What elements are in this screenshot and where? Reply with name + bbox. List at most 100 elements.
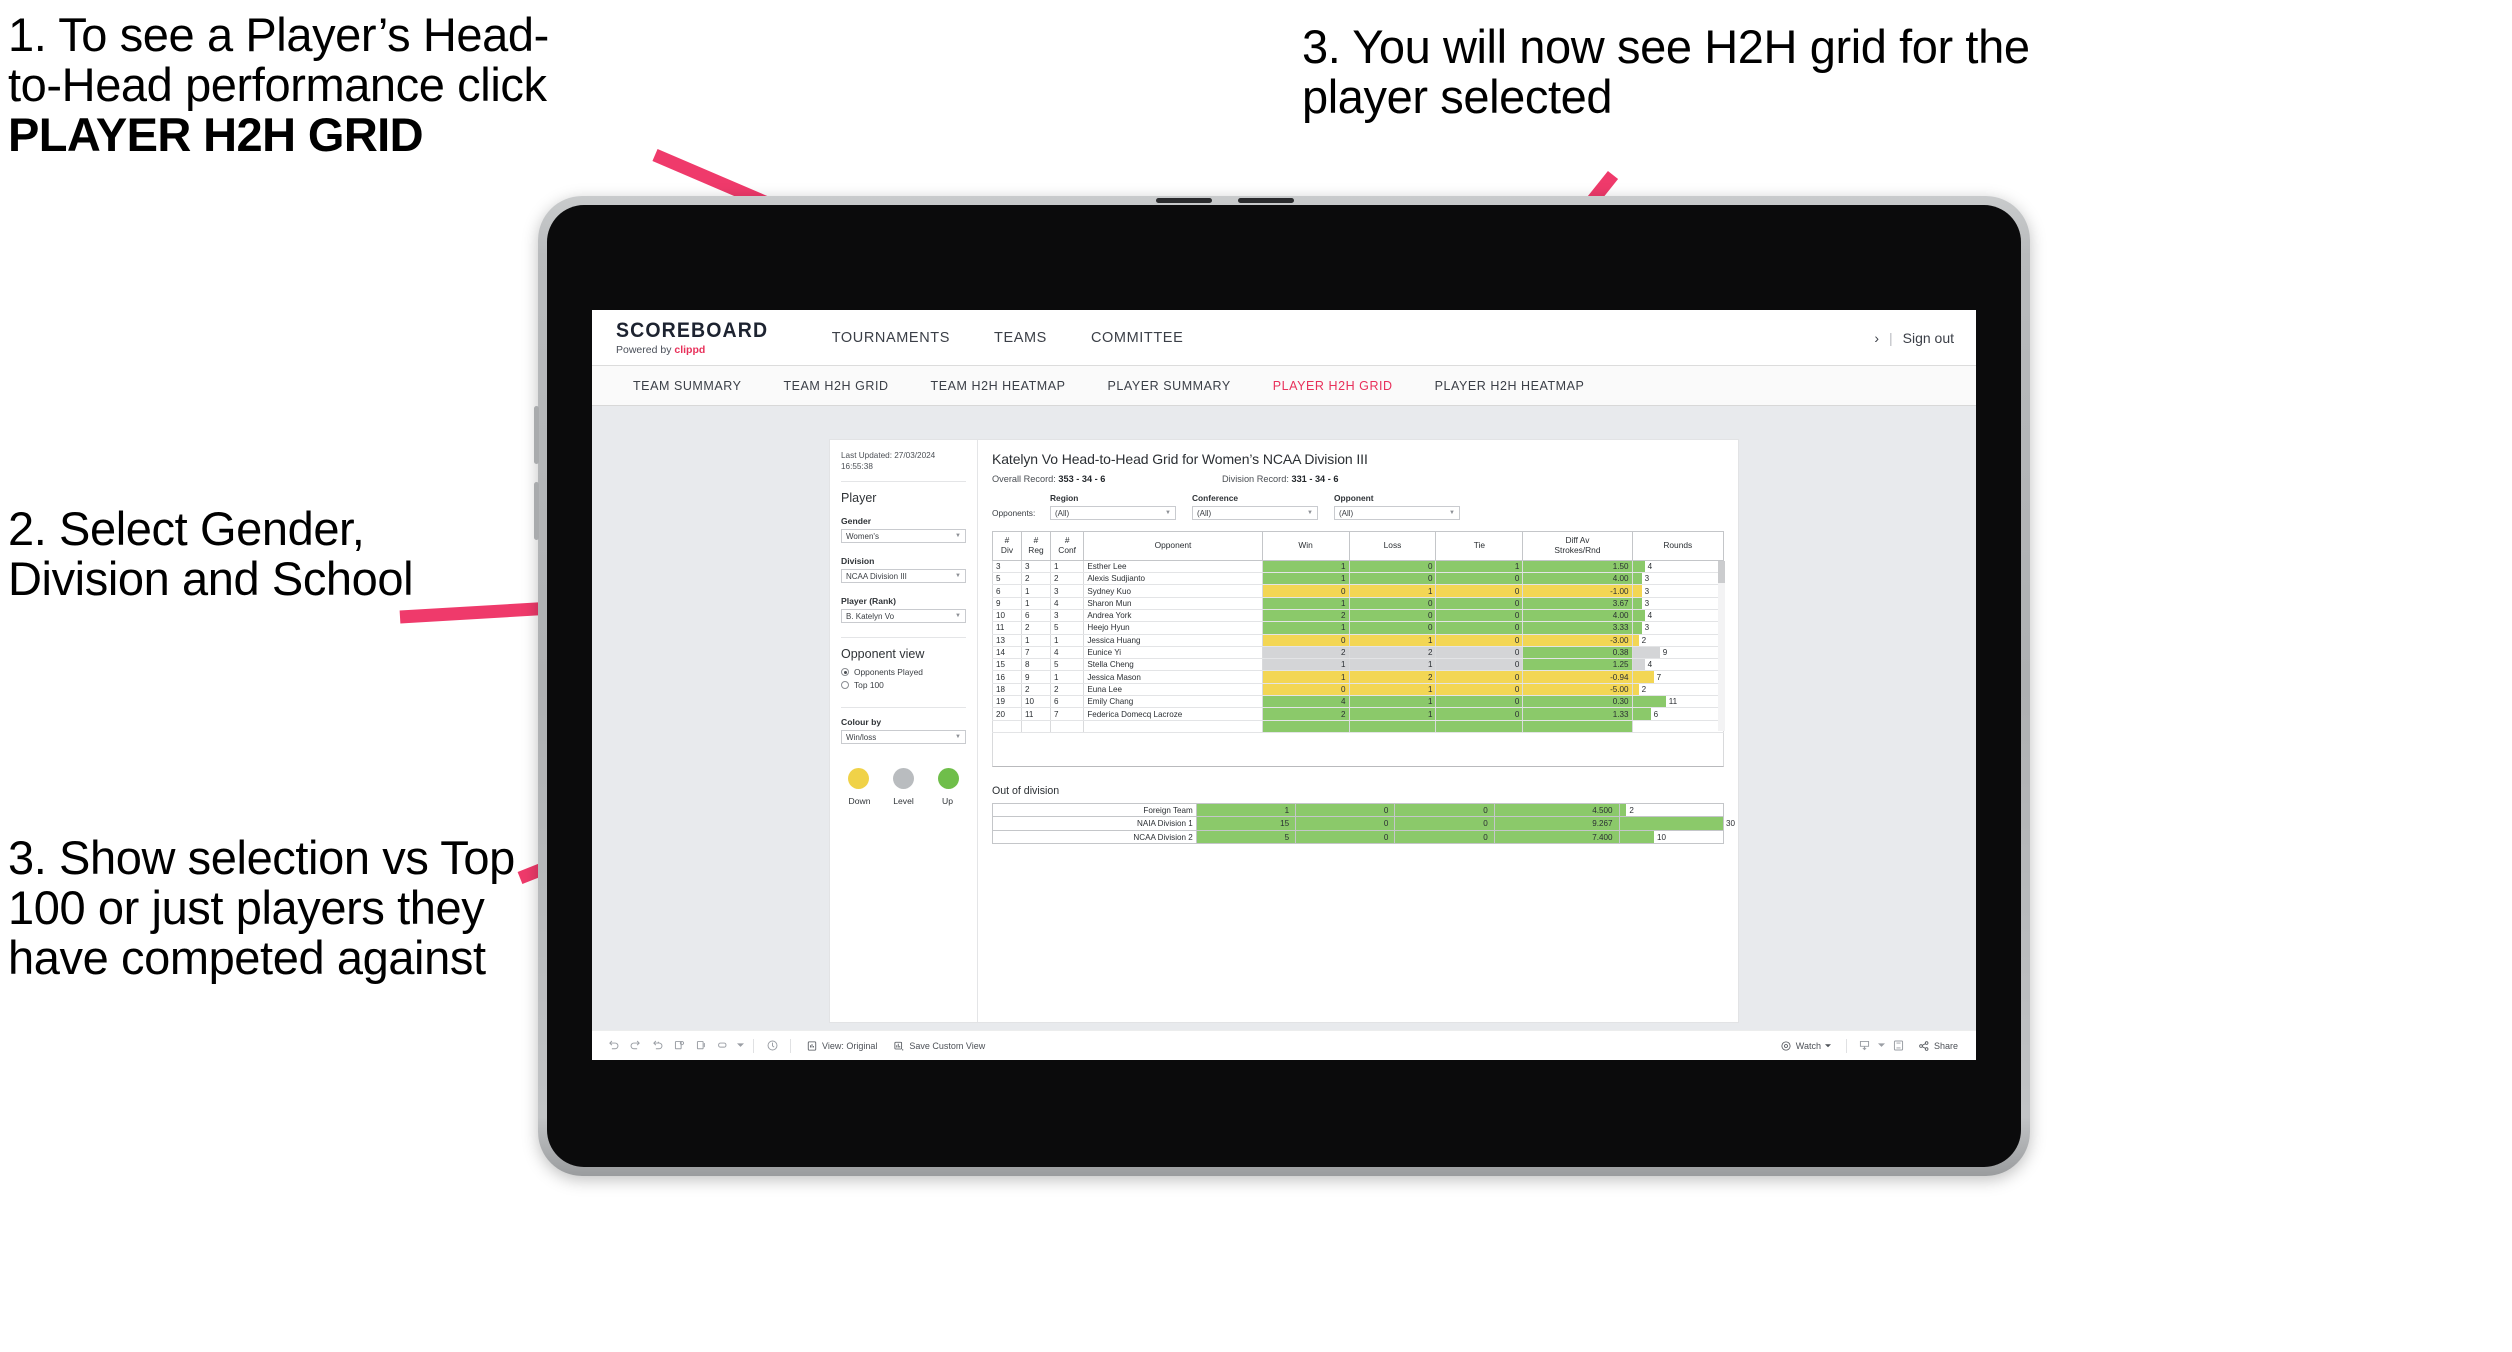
topnav-committee[interactable]: COMMITTEE	[1069, 310, 1205, 366]
chevron-down-icon[interactable]	[1876, 1035, 1888, 1057]
h2h-col-header[interactable]: # Conf	[1049, 531, 1085, 561]
cell-reg: 7	[1020, 646, 1051, 660]
colour-by-select[interactable]: Win/loss ▼	[841, 730, 966, 745]
h2h-col-header[interactable]: Loss	[1348, 531, 1437, 561]
table-row[interactable]: 5 2 2 Alexis Sudjianto 1 0 0 4.00 3	[992, 572, 1725, 586]
h2h-col-header[interactable]: Win	[1261, 531, 1350, 561]
cell-loss: 1	[1348, 584, 1437, 598]
chevron-right-icon[interactable]: ›	[1874, 330, 1879, 346]
cell-rounds: 3	[1631, 572, 1725, 586]
grid-scrollbar[interactable]	[1718, 561, 1725, 731]
cell-loss: 1	[1348, 658, 1437, 672]
speaker-grill-left	[1156, 198, 1212, 203]
cell-conf: 1	[1049, 560, 1085, 574]
pause-icon[interactable]	[690, 1035, 712, 1057]
save-custom-view-button[interactable]: Save Custom View	[885, 1040, 993, 1052]
highlight-icon[interactable]	[712, 1035, 734, 1057]
cell-win: 2	[1261, 707, 1350, 721]
cell-loss: 0	[1348, 560, 1437, 574]
radio-off-icon	[841, 681, 849, 690]
cell-tie: 0	[1435, 670, 1524, 684]
annotation-3: 3. Show selection vs Top 100 or just pla…	[8, 831, 515, 984]
legend-labels: Down Level Up	[841, 796, 966, 806]
table-row[interactable]: 3 3 1 Esther Lee 1 0 1 1.50 4	[992, 560, 1725, 574]
table-row[interactable]: 6 1 3 Sydney Kuo 0 1 0 -1.00 3	[992, 584, 1725, 598]
table-row[interactable]: 15 8 5 Stella Cheng 1 1 0 1.25 4	[992, 658, 1725, 672]
scoreboard-logo[interactable]: SCOREBOARD Powered by clippd	[592, 319, 810, 356]
gender-value: Women's	[846, 531, 879, 541]
cell-reg: 1	[1020, 584, 1051, 598]
table-row[interactable]: Foreign Team 1 0 0 4.500 2	[992, 802, 1725, 818]
logo-wordmark: SCOREBOARD	[616, 319, 769, 342]
overall-record-label: Overall Record:	[992, 474, 1056, 484]
h2h-col-header[interactable]: # Div	[992, 531, 1022, 561]
table-row[interactable]: 16 9 1 Jessica Mason 1 2 0 -0.94 7	[992, 670, 1725, 684]
table-row[interactable]: 19 10 6 Emily Chang 4 1 0 0.30 11	[992, 695, 1725, 709]
speaker-grill-right	[1238, 198, 1294, 203]
undo-icon[interactable]	[602, 1035, 624, 1057]
radio-opponents-played[interactable]: Opponents Played	[841, 667, 966, 677]
tab-player-h2h-grid[interactable]: PLAYER H2H GRID	[1252, 379, 1414, 393]
refresh-icon[interactable]	[668, 1035, 690, 1057]
chevron-down-icon[interactable]	[734, 1035, 746, 1057]
download-icon[interactable]	[1854, 1035, 1876, 1057]
volume-up-button[interactable]	[534, 406, 539, 464]
cell-diff: 7.400	[1493, 829, 1620, 845]
cell-conf: 4	[1049, 646, 1085, 660]
rounds-value: 3	[1644, 586, 1650, 596]
cell-loss: 0	[1295, 816, 1396, 831]
table-row[interactable]: 14 7 4 Eunice Yi 2 2 0 0.38 9	[992, 646, 1725, 660]
opponent-select[interactable]: (All) ▼	[1334, 506, 1460, 520]
topnav-teams[interactable]: TEAMS	[972, 310, 1069, 366]
radio-top-100[interactable]: Top 100	[841, 680, 966, 690]
tab-team-h2h-grid[interactable]: TEAM H2H GRID	[762, 379, 909, 393]
table-row[interactable]: 11 2 5 Heejo Hyun 1 0 0 3.33 3	[992, 621, 1725, 635]
h2h-col-header[interactable]: Diff Av Strokes/Rnd	[1522, 531, 1633, 561]
redo-icon[interactable]	[624, 1035, 646, 1057]
division-field: Division NCAA Division III ▼	[841, 556, 966, 584]
gender-select[interactable]: Women's ▼	[841, 529, 966, 544]
table-row[interactable]: 13 1 1 Jessica Huang 0 1 0 -3.00 2	[992, 634, 1725, 647]
fullscreen-icon[interactable]	[1888, 1035, 1910, 1057]
region-select[interactable]: (All) ▼	[1050, 506, 1176, 520]
rounds-value: 2	[1629, 805, 1634, 815]
cell-conf: 3	[1049, 584, 1085, 598]
tab-player-h2h-heatmap[interactable]: PLAYER H2H HEATMAP	[1414, 379, 1606, 393]
grid-scrollbar-thumb[interactable]	[1718, 561, 1725, 583]
table-row[interactable]: 10 6 3 Andrea York 2 0 0 4.00 4	[992, 609, 1725, 623]
grid-empty-space	[992, 732, 1724, 767]
revert-icon[interactable]	[646, 1035, 668, 1057]
cell-div: 20	[992, 707, 1022, 721]
tab-player-summary[interactable]: PLAYER SUMMARY	[1087, 379, 1252, 393]
cell-tie: 0	[1435, 597, 1524, 611]
player-rank-select[interactable]: B. Katelyn Vo ▼	[841, 609, 966, 624]
h2h-col-header[interactable]: Tie	[1435, 531, 1524, 561]
share-button[interactable]: Share	[1910, 1040, 1966, 1052]
division-select[interactable]: NCAA Division III ▼	[841, 569, 966, 584]
volume-down-button[interactable]	[534, 482, 539, 540]
colour-by-field: Colour by Win/loss ▼	[841, 717, 966, 745]
view-original-button[interactable]: View: Original	[798, 1040, 885, 1052]
cell-empty	[992, 720, 1022, 733]
chevron-down-icon: ▼	[1449, 510, 1455, 516]
table-row[interactable]: NAIA Division 1 15 0 0 9.267 30	[992, 816, 1735, 831]
h2h-col-header[interactable]: Opponent	[1083, 531, 1263, 561]
table-row[interactable]: 20 11 7 Federica Domecq Lacroze 2 1 0 1.33 6	[992, 707, 1725, 721]
annotation-1-line2: to-Head performance click	[8, 57, 547, 111]
h2h-col-header[interactable]: # Reg	[1020, 531, 1051, 561]
pause-auto-update-icon[interactable]	[761, 1035, 783, 1057]
table-row[interactable]: 18 2 2 Euna Lee 0 1 0 -5.00 2	[992, 683, 1725, 697]
rounds-bar	[1632, 708, 1651, 720]
sign-out-link[interactable]: Sign out	[1903, 330, 1954, 346]
sidebar-divider-3	[841, 707, 966, 709]
rounds-value: 7	[1656, 672, 1662, 682]
conference-select[interactable]: (All) ▼	[1192, 506, 1318, 520]
watch-button[interactable]: Watch	[1772, 1040, 1839, 1052]
h2h-col-header[interactable]: Rounds	[1631, 531, 1725, 561]
topnav-tournaments[interactable]: TOURNAMENTS	[810, 310, 972, 366]
tab-team-h2h-heatmap[interactable]: TEAM H2H HEATMAP	[910, 379, 1087, 393]
table-row[interactable]: NCAA Division 2 5 0 0 7.400 10	[992, 829, 1725, 845]
tab-team-summary[interactable]: TEAM SUMMARY	[612, 379, 762, 393]
cell-rounds: 3	[1631, 584, 1725, 598]
table-row[interactable]: 9 1 4 Sharon Mun 1 0 0 3.67 3	[992, 597, 1725, 611]
